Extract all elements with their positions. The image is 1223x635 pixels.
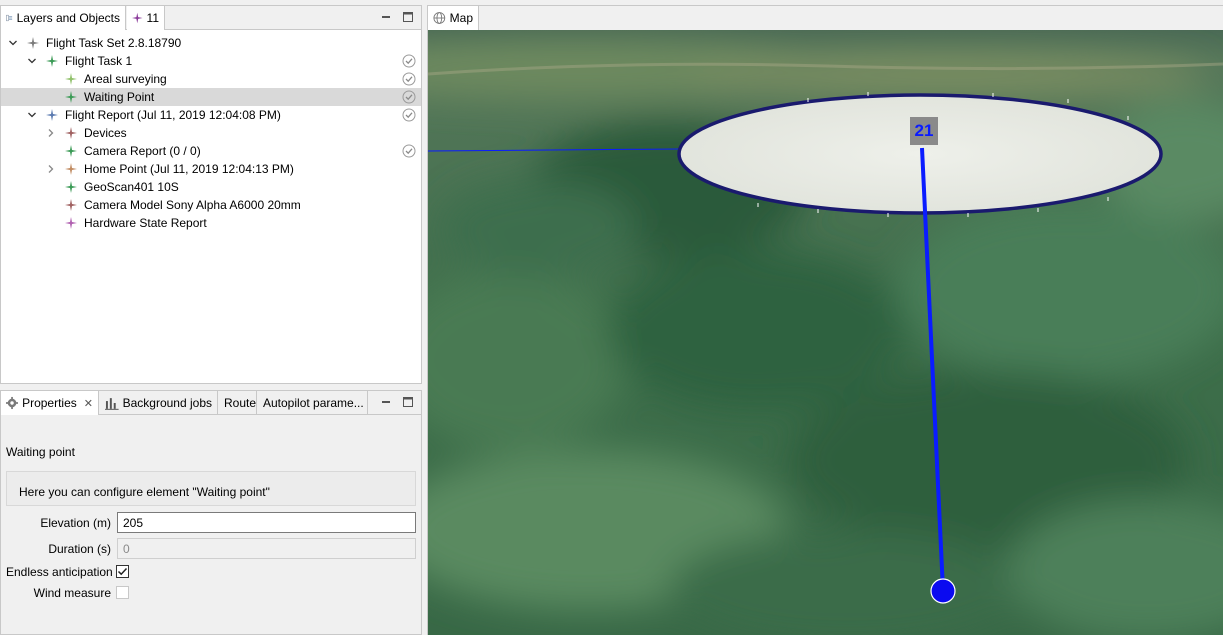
- layers-icon: [6, 14, 13, 22]
- tree-item[interactable]: Devices: [1, 124, 421, 142]
- maximize-icon[interactable]: [401, 396, 415, 408]
- properties-panel: Properties ✕ Background jobs Route Autop…: [0, 390, 422, 635]
- tree-item[interactable]: Flight Task 1: [1, 52, 421, 70]
- terrain-3d[interactable]: [428, 30, 1223, 635]
- tree-item[interactable]: GeoScan401 10S: [1, 178, 421, 196]
- flight-star-icon: [65, 91, 77, 103]
- tree-item-label: Waiting Point: [84, 90, 155, 104]
- validation-check-icon: [402, 144, 416, 158]
- elevation-input[interactable]: [117, 512, 416, 533]
- chevron-down-icon[interactable]: [27, 56, 37, 66]
- description-box: Here you can configure element "Waiting …: [6, 471, 416, 506]
- tab-route[interactable]: Route: [219, 391, 257, 415]
- tab-properties[interactable]: Properties ✕: [1, 391, 99, 415]
- gear-icon: [6, 396, 19, 410]
- tree-item-label: Camera Model Sony Alpha A6000 20mm: [84, 198, 301, 212]
- validation-check-icon: [402, 90, 416, 104]
- flight-star-icon: [27, 37, 39, 49]
- endless-anticipation-label: Endless anticipation: [6, 565, 113, 579]
- flight-star-icon: [46, 55, 58, 67]
- chevron-right-icon[interactable]: [46, 128, 56, 138]
- flight-star-icon: [65, 181, 77, 193]
- tree-item-label: Areal surveying: [84, 72, 167, 86]
- minimize-icon[interactable]: [379, 11, 393, 23]
- tab-label: Properties: [22, 396, 77, 410]
- waiting-point-circle[interactable]: [677, 93, 1163, 215]
- bar-chart-icon: [105, 398, 119, 410]
- tree-item[interactable]: Waiting Point: [1, 88, 421, 106]
- wind-measure-label: Wind measure: [33, 586, 111, 600]
- flight-star-icon: [65, 73, 77, 85]
- validation-check-icon: [402, 54, 416, 68]
- tree-item[interactable]: Flight Report (Jul 11, 2019 12:04:08 PM): [1, 106, 421, 124]
- tree-item[interactable]: Areal surveying: [1, 70, 421, 88]
- chevron-down-icon[interactable]: [8, 38, 18, 48]
- globe-icon: [433, 12, 446, 24]
- layers-panel: Layers and Objects 11 Flight Task Set 2.…: [0, 5, 422, 384]
- tree-item-label: Flight Report (Jul 11, 2019 12:04:08 PM): [65, 108, 281, 122]
- tab-label: Map: [449, 11, 473, 25]
- checkmark-icon: [117, 567, 128, 576]
- tab-autopilot-parameters[interactable]: Autopilot parame...: [258, 391, 368, 415]
- minimize-icon[interactable]: [379, 396, 393, 408]
- layers-tabbar: Layers and Objects 11: [1, 6, 421, 30]
- ground-point-marker[interactable]: [930, 578, 956, 604]
- properties-tabbar: Properties ✕ Background jobs Route Autop…: [1, 391, 421, 415]
- tree-item[interactable]: Camera Model Sony Alpha A6000 20mm: [1, 196, 421, 214]
- duration-label: Duration (s): [48, 542, 111, 556]
- section-title: Waiting point: [6, 445, 75, 459]
- waypoint-number-label[interactable]: 21: [910, 117, 938, 145]
- tree-item[interactable]: Flight Task Set 2.8.18790: [1, 34, 421, 52]
- tree-item[interactable]: Camera Report (0 / 0): [1, 142, 421, 160]
- flight-star-icon: [132, 12, 143, 24]
- tab-layers-and-objects[interactable]: Layers and Objects: [1, 6, 126, 30]
- object-tree: Flight Task Set 2.8.18790 Flight Task 1 Ar…: [1, 34, 421, 383]
- map-tabbar: Map: [428, 6, 1223, 31]
- tab-map[interactable]: Map: [428, 6, 479, 30]
- flight-star-icon: [65, 217, 77, 229]
- tree-item[interactable]: Hardware State Report: [1, 214, 421, 232]
- tree-item-label: Flight Task Set 2.8.18790: [46, 36, 182, 50]
- description-text: Here you can configure element "Waiting …: [19, 485, 270, 499]
- validation-check-icon: [402, 72, 416, 86]
- chevron-down-icon[interactable]: [27, 110, 37, 120]
- flight-star-icon: [65, 199, 77, 211]
- tab-label: Autopilot parame...: [263, 396, 364, 410]
- flight-star-icon: [65, 145, 77, 157]
- tree-item[interactable]: Home Point (Jul 11, 2019 12:04:13 PM): [1, 160, 421, 178]
- tree-item-label: Camera Report (0 / 0): [84, 144, 201, 158]
- chevron-right-icon[interactable]: [46, 164, 56, 174]
- tab-label: Route: [224, 396, 257, 410]
- wind-measure-checkbox[interactable]: [116, 586, 129, 599]
- tab-background-jobs[interactable]: Background jobs: [100, 391, 218, 415]
- maximize-icon[interactable]: [401, 11, 415, 23]
- tab-label: 11: [146, 11, 159, 25]
- tab-label: Background jobs: [122, 396, 212, 410]
- validation-check-icon: [402, 108, 416, 122]
- map-view[interactable]: 21: [428, 30, 1223, 635]
- close-icon[interactable]: ✕: [84, 397, 93, 410]
- tab-label: Layers and Objects: [16, 11, 120, 25]
- tab-flight-set[interactable]: 11: [127, 6, 165, 30]
- tree-item-label: Home Point (Jul 11, 2019 12:04:13 PM): [84, 162, 294, 176]
- flight-star-icon: [46, 109, 58, 121]
- elevation-label: Elevation (m): [40, 516, 111, 530]
- flight-star-icon: [65, 127, 77, 139]
- waypoint-number: 21: [914, 121, 934, 140]
- tree-item-label: Hardware State Report: [84, 216, 207, 230]
- tree-item-label: GeoScan401 10S: [84, 180, 179, 194]
- endless-anticipation-checkbox[interactable]: [116, 565, 129, 578]
- tree-item-label: Flight Task 1: [65, 54, 133, 68]
- duration-input[interactable]: [117, 538, 416, 559]
- flight-star-icon: [65, 163, 77, 175]
- tree-item-label: Devices: [84, 126, 127, 140]
